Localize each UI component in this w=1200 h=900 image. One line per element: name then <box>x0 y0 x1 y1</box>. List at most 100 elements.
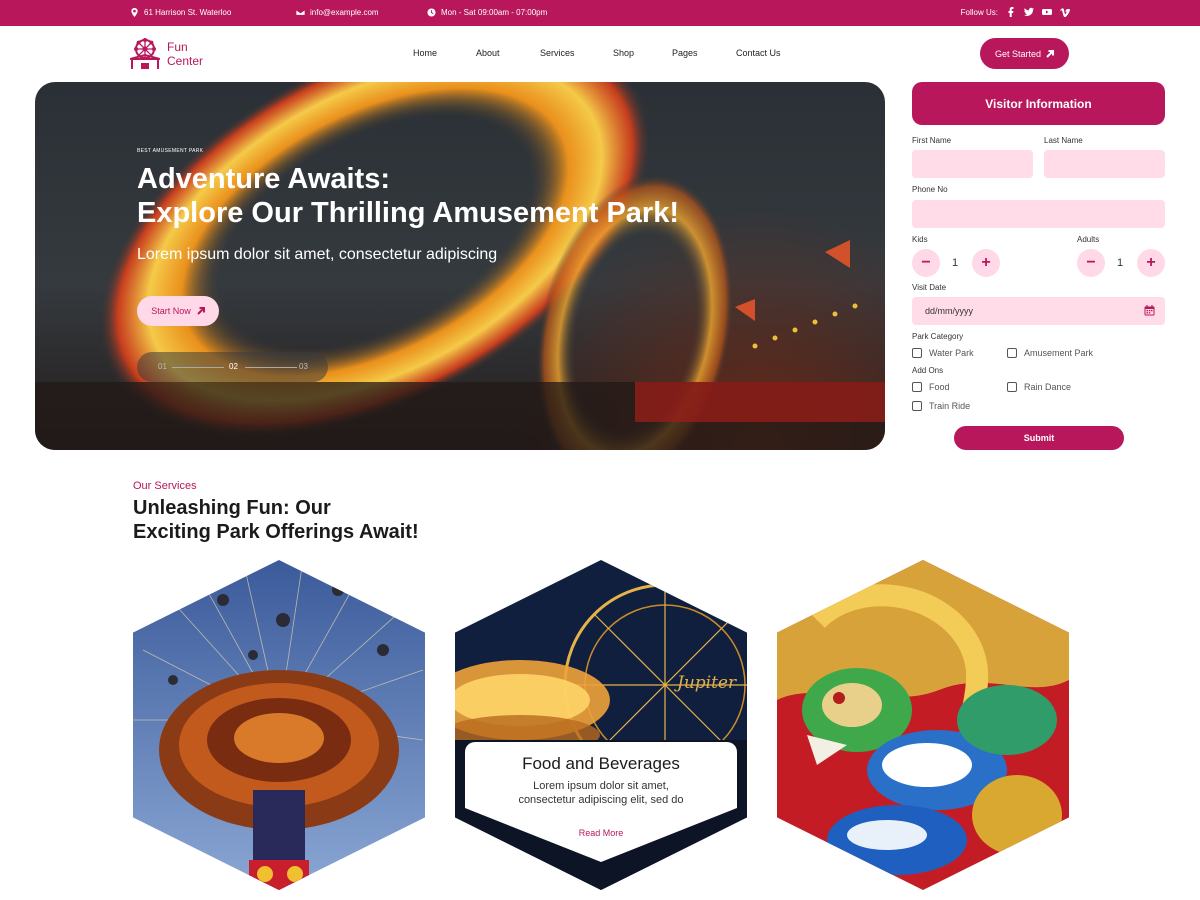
logo-text: Fun Center <box>167 40 204 68</box>
checkbox-food[interactable]: Food <box>912 382 950 392</box>
checkbox-label: Amusement Park <box>1024 348 1094 358</box>
start-now-label: Start Now <box>151 306 191 316</box>
food-card-title: Food and Beverages <box>522 754 680 773</box>
hours-info: Mon - Sat 09:00am - 07:00pm <box>427 8 547 17</box>
address-text: 61 Harrison St. Waterloo <box>144 8 232 17</box>
arrow-up-right-icon <box>197 307 205 315</box>
plus-icon: + <box>1146 254 1156 271</box>
minus-icon: − <box>921 254 931 271</box>
checkbox-box[interactable] <box>1007 382 1017 392</box>
location-pin-icon <box>131 8 138 17</box>
checkbox-box[interactable] <box>912 401 922 411</box>
adults-label: Adults <box>1077 235 1100 244</box>
start-now-button[interactable]: Start Now <box>137 296 219 326</box>
addons-label: Add Ons <box>912 366 944 375</box>
vimeo-icon[interactable] <box>1060 7 1070 17</box>
kids-value: 1 <box>952 257 959 269</box>
phone-label: Phone No <box>912 185 948 194</box>
services-title-line2: Exciting Park Offerings Await! <box>133 521 419 543</box>
food-card-desc-line2: consectetur adipiscing elit, sed do <box>518 794 684 806</box>
youtube-icon[interactable] <box>1042 7 1052 17</box>
checkbox-rain-dance[interactable]: Rain Dance <box>1007 382 1071 392</box>
email-info[interactable]: info@example.com <box>296 8 379 17</box>
address-info: 61 Harrison St. Waterloo <box>130 8 231 17</box>
checkbox-box[interactable] <box>912 348 922 358</box>
park-category-label: Park Category <box>912 332 964 341</box>
swing-ride-image <box>133 560 425 890</box>
adults-increment-button[interactable]: + <box>1137 249 1165 277</box>
nav-item-shop[interactable]: Shop <box>613 48 672 58</box>
jupiter-sign-text: Jupiter <box>674 673 737 693</box>
checkbox-label: Food <box>929 382 950 392</box>
social-links: Follow Us: <box>961 7 1070 17</box>
checkbox-train-ride[interactable]: Train Ride <box>912 401 970 411</box>
nav-item-pages[interactable]: Pages <box>672 48 736 58</box>
service-card-food-and-beverages[interactable]: Jupiter Food and Beverages Lorem ipsum d… <box>455 560 747 890</box>
checkbox-label: Train Ride <box>929 401 971 411</box>
first-name-field[interactable] <box>912 150 1033 178</box>
last-name-label: Last Name <box>1044 136 1083 145</box>
nav-item-contact-us[interactable]: Contact Us <box>736 48 796 58</box>
twitter-icon[interactable] <box>1024 7 1034 17</box>
visit-date-label: Visit Date <box>912 283 947 292</box>
kids-label: Kids <box>912 235 928 244</box>
logo[interactable]: Fun Center <box>130 38 209 70</box>
arrow-up-right-icon <box>1046 49 1055 58</box>
checkbox-label: Rain Dance <box>1024 382 1072 392</box>
nav-item-about[interactable]: About <box>476 48 540 58</box>
dragon-sculpture-image <box>777 560 1069 890</box>
slide-dot-1[interactable]: 01 <box>158 362 167 371</box>
envelope-icon <box>296 9 305 16</box>
hero-eyebrow: BEST AMUSEMENT PARK <box>137 148 204 154</box>
slide-dot-2[interactable]: 02 <box>229 362 238 371</box>
visitor-form-title: Visitor Information <box>912 82 1165 125</box>
hero-title-line1: Adventure Awaits: <box>137 163 390 195</box>
adults-decrement-button[interactable]: − <box>1077 249 1105 277</box>
calendar-icon[interactable] <box>1144 305 1155 316</box>
first-name-label: First Name <box>912 136 952 145</box>
get-started-label: Get Started <box>994 48 1042 59</box>
plus-icon: + <box>981 254 991 271</box>
kids-decrement-button[interactable]: − <box>912 249 940 277</box>
slide-pager: 01 02 03 <box>137 352 328 382</box>
main-navbar: Fun Center Home About Services Shop Page… <box>0 26 1200 82</box>
services-title: Unleashing Fun: Our Exciting Park Offeri… <box>133 496 473 544</box>
visit-date-field[interactable]: dd/mm/yyyy <box>912 297 1165 325</box>
slide-dot-3[interactable]: 03 <box>299 362 308 371</box>
hero-slider: BEST AMUSEMENT PARK Adventure Awaits: Ex… <box>35 82 885 450</box>
top-info-bar: 61 Harrison St. Waterloo info@example.co… <box>0 0 1200 26</box>
hero-title-line2: Explore Our Thrilling Amusement Park! <box>137 197 679 229</box>
nav-menu: Home About Services Shop Pages Contact U… <box>413 48 796 58</box>
clock-icon <box>427 8 436 17</box>
checkbox-box[interactable] <box>912 382 922 392</box>
visit-date-placeholder: dd/mm/yyyy <box>925 306 974 316</box>
food-card-desc-line1: Lorem ipsum dolor sit amet, <box>533 780 669 792</box>
hero-background-image <box>35 82 885 450</box>
facebook-icon[interactable] <box>1006 7 1016 17</box>
nav-item-home[interactable]: Home <box>413 48 476 58</box>
checkbox-label: Water Park <box>929 348 974 358</box>
get-started-button[interactable]: Get Started <box>980 38 1069 69</box>
services-title-line1: Unleashing Fun: Our <box>133 497 331 519</box>
service-card-swing-ride[interactable] <box>133 560 425 890</box>
hero-title: Adventure Awaits: Explore Our Thrilling … <box>137 162 757 230</box>
hours-text: Mon - Sat 09:00am - 07:00pm <box>441 8 548 17</box>
checkbox-water-park[interactable]: Water Park <box>912 348 974 358</box>
email-text[interactable]: info@example.com <box>310 8 379 17</box>
food-card-overlay: Food and Beverages Lorem ipsum dolor sit… <box>465 742 737 862</box>
food-card-description: Lorem ipsum dolor sit amet, consectetur … <box>465 779 737 807</box>
services-eyebrow: Our Services <box>133 480 197 492</box>
adults-value: 1 <box>1117 257 1124 269</box>
phone-field[interactable] <box>912 200 1165 228</box>
kids-increment-button[interactable]: + <box>972 249 1000 277</box>
service-card-dragon[interactable] <box>777 560 1069 890</box>
nav-item-services[interactable]: Services <box>540 48 613 58</box>
hero-subtitle: Lorem ipsum dolor sit amet, consectetur … <box>137 246 498 263</box>
minus-icon: − <box>1086 254 1096 271</box>
last-name-field[interactable] <box>1044 150 1165 178</box>
checkbox-amusement-park[interactable]: Amusement Park <box>1007 348 1093 358</box>
ferris-wheel-logo-icon <box>130 38 160 69</box>
checkbox-box[interactable] <box>1007 348 1017 358</box>
submit-button[interactable]: Submit <box>954 426 1124 450</box>
follow-label: Follow Us: <box>960 7 998 17</box>
